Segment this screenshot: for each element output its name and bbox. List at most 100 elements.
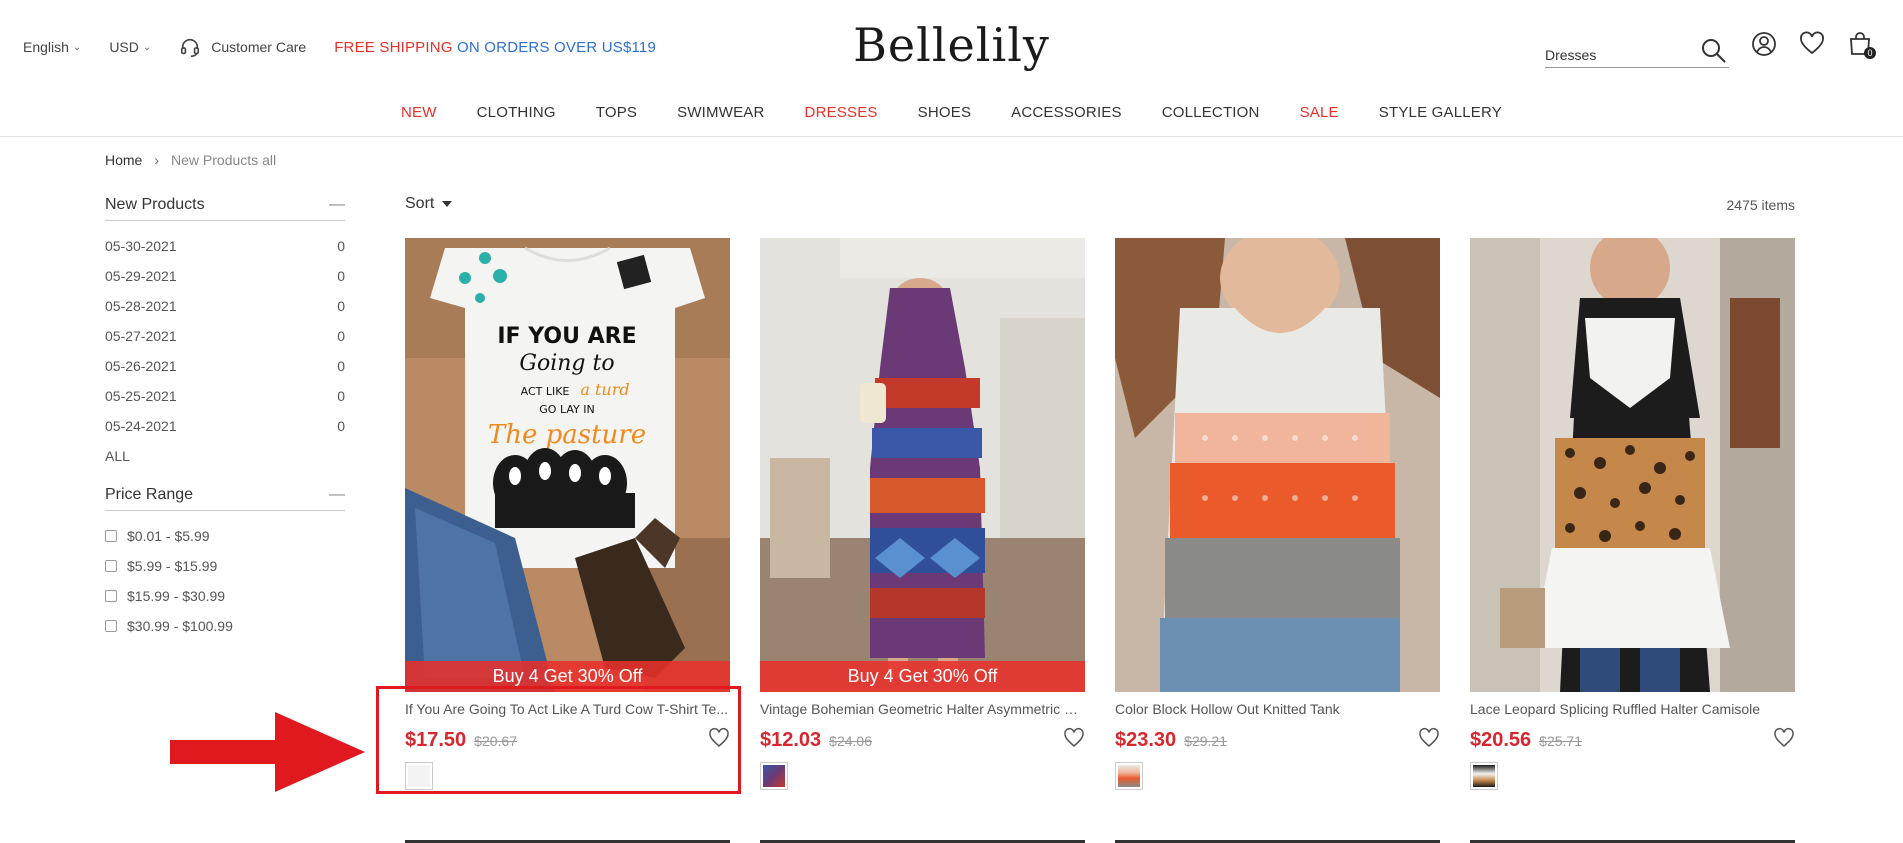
main-navigation: NEW CLOTHING TOPS SWIMWEAR DRESSES SHOES ACCES… bbox=[0, 104, 1903, 136]
highlight-box bbox=[376, 686, 741, 794]
product-card[interactable]: Color Block Hollow Out Knitted Tank $23.… bbox=[1115, 238, 1440, 790]
price-checkbox[interactable] bbox=[105, 590, 117, 602]
original-price: $25.71 bbox=[1539, 733, 1582, 749]
nav-item-accessories[interactable]: ACCESSORIES bbox=[991, 104, 1142, 136]
date-filter-item[interactable]: 05-26-2021 0 bbox=[105, 351, 345, 381]
date-filter-item[interactable]: 05-27-2021 0 bbox=[105, 321, 345, 351]
top-bar: English ⌄ USD ⌄ Customer Care FREE SHIPP… bbox=[0, 0, 1903, 90]
sale-price: $23.30 bbox=[1115, 729, 1177, 751]
nav-item-shoes[interactable]: SHOES bbox=[898, 104, 992, 136]
leopard-camisole-image bbox=[1470, 238, 1795, 692]
color-swatch[interactable] bbox=[1470, 762, 1498, 790]
price-checkbox[interactable] bbox=[105, 560, 117, 572]
nav-item-tops[interactable]: TOPS bbox=[576, 104, 657, 136]
price-filter-item[interactable]: $15.99 - $30.99 bbox=[105, 581, 345, 611]
product-card[interactable]: Buy 4 Get 30% Off Vintage Bohemian Geome… bbox=[760, 238, 1085, 790]
collapse-icon[interactable]: — bbox=[329, 486, 345, 504]
free-shipping-threshold: ON ORDERS OVER US$119 bbox=[457, 38, 657, 56]
date-count: 0 bbox=[337, 358, 345, 374]
new-products-filter-header[interactable]: New Products — bbox=[105, 193, 345, 221]
free-shipping-banner[interactable]: FREE SHIPPING ON ORDERS OVER US$119 bbox=[334, 39, 656, 56]
date-filter-list: 05-30-2021 0 05-29-2021 0 05-28-2021 0 05-27-2… bbox=[105, 231, 345, 441]
date-count: 0 bbox=[337, 388, 345, 404]
price-checkbox[interactable] bbox=[105, 620, 117, 632]
site-logo[interactable]: Bellelily bbox=[853, 18, 1050, 72]
date-label: 05-30-2021 bbox=[105, 238, 177, 254]
shopping-bag-button[interactable]: 0 bbox=[1846, 30, 1876, 59]
sort-label: Sort bbox=[405, 195, 435, 212]
price-row: $23.30 $29.21 bbox=[1115, 727, 1440, 752]
nav-item-new[interactable]: NEW bbox=[381, 104, 457, 136]
product-title[interactable]: Color Block Hollow Out Knitted Tank bbox=[1115, 701, 1440, 717]
chevron-down-icon: ⌄ bbox=[72, 41, 82, 53]
product-card[interactable]: Lace Leopard Splicing Ruffled Halter Cam… bbox=[1470, 238, 1795, 790]
product-image[interactable] bbox=[1470, 238, 1795, 692]
date-label: 05-29-2021 bbox=[105, 268, 177, 284]
item-count: 2475 items bbox=[1726, 197, 1795, 213]
headset-icon bbox=[181, 38, 200, 57]
color-swatch[interactable] bbox=[760, 762, 788, 790]
price-range-label: $30.99 - $100.99 bbox=[127, 618, 233, 634]
svg-text:ACT LIKE: ACT LIKE bbox=[521, 385, 570, 398]
date-filter-item[interactable]: 05-29-2021 0 bbox=[105, 261, 345, 291]
account-icon[interactable] bbox=[1750, 30, 1778, 58]
search-icon[interactable] bbox=[1699, 36, 1729, 66]
product-image[interactable]: IF YOU ARE Going to ACT LIKE a turd GO L… bbox=[405, 238, 730, 692]
wishlist-heart-icon[interactable] bbox=[1798, 30, 1826, 58]
svg-text:Going to: Going to bbox=[519, 351, 614, 376]
search-input[interactable] bbox=[1545, 36, 1695, 66]
date-filter-item[interactable]: 05-30-2021 0 bbox=[105, 231, 345, 261]
language-selector[interactable]: English ⌄ bbox=[23, 39, 81, 55]
customer-care-link[interactable]: Customer Care bbox=[179, 36, 306, 58]
collapse-icon[interactable]: — bbox=[329, 196, 345, 214]
nav-item-sale[interactable]: SALE bbox=[1280, 104, 1359, 136]
wishlist-heart-icon[interactable] bbox=[1063, 727, 1085, 749]
nav-item-style-gallery[interactable]: STYLE GALLERY bbox=[1359, 104, 1522, 136]
product-title[interactable]: Vintage Bohemian Geometric Halter Asymme… bbox=[760, 701, 1085, 717]
wishlist-heart-icon[interactable] bbox=[1773, 727, 1795, 749]
nav-item-clothing[interactable]: CLOTHING bbox=[457, 104, 576, 136]
nav-item-swimwear[interactable]: SWIMWEAR bbox=[657, 104, 784, 136]
filter-sidebar: New Products — 05-30-2021 0 05-29-2021 0 05-… bbox=[105, 193, 345, 641]
top-left-utilities: English ⌄ USD ⌄ Customer Care FREE SHIPP… bbox=[23, 36, 656, 58]
date-label: 05-25-2021 bbox=[105, 388, 177, 404]
red-arrow-icon bbox=[170, 712, 365, 792]
date-filter-item[interactable]: 05-25-2021 0 bbox=[105, 381, 345, 411]
cow-print-tshirt-image: IF YOU ARE Going to ACT LIKE a turd GO L… bbox=[405, 238, 730, 692]
product-image[interactable] bbox=[1115, 238, 1440, 692]
date-count: 0 bbox=[337, 298, 345, 314]
caret-down-icon bbox=[442, 201, 453, 207]
sort-dropdown[interactable]: Sort bbox=[405, 195, 453, 213]
price-checkbox[interactable] bbox=[105, 530, 117, 542]
wishlist-heart-icon[interactable] bbox=[1418, 727, 1440, 749]
price-filter-item[interactable]: $0.01 - $5.99 bbox=[105, 521, 345, 551]
currency-label: USD bbox=[109, 39, 139, 55]
product-title[interactable]: Lace Leopard Splicing Ruffled Halter Cam… bbox=[1470, 701, 1795, 717]
currency-selector[interactable]: USD ⌄ bbox=[109, 39, 151, 55]
date-label: 05-28-2021 bbox=[105, 298, 177, 314]
date-count: 0 bbox=[337, 418, 345, 434]
color-swatch[interactable] bbox=[1115, 762, 1143, 790]
breadcrumb: Home › New Products all bbox=[105, 152, 276, 168]
price-filter-item[interactable]: $30.99 - $100.99 bbox=[105, 611, 345, 641]
nav-item-collection[interactable]: COLLECTION bbox=[1142, 104, 1280, 136]
all-dates-link[interactable]: ALL bbox=[105, 441, 345, 471]
breadcrumb-home[interactable]: Home bbox=[105, 152, 142, 168]
header-icons: 0 bbox=[1750, 30, 1876, 59]
date-count: 0 bbox=[337, 238, 345, 254]
date-filter-item[interactable]: 05-24-2021 0 bbox=[105, 411, 345, 441]
date-filter-item[interactable]: 05-28-2021 0 bbox=[105, 291, 345, 321]
price-filter-item[interactable]: $5.99 - $15.99 bbox=[105, 551, 345, 581]
date-count: 0 bbox=[337, 328, 345, 344]
price-row: $20.56 $25.71 bbox=[1470, 727, 1795, 752]
date-count: 0 bbox=[337, 268, 345, 284]
price-range-filter-header[interactable]: Price Range — bbox=[105, 483, 345, 511]
svg-text:GO LAY IN: GO LAY IN bbox=[539, 403, 594, 416]
search-box bbox=[1545, 36, 1729, 68]
price-row: $12.03 $24.06 bbox=[760, 727, 1085, 752]
bohemian-dress-image bbox=[760, 238, 1085, 692]
nav-item-dresses[interactable]: DRESSES bbox=[785, 104, 898, 136]
product-image[interactable]: Buy 4 Get 30% Off bbox=[760, 238, 1085, 692]
chevron-right-icon: › bbox=[154, 152, 160, 168]
price-range-label: $15.99 - $30.99 bbox=[127, 588, 226, 604]
